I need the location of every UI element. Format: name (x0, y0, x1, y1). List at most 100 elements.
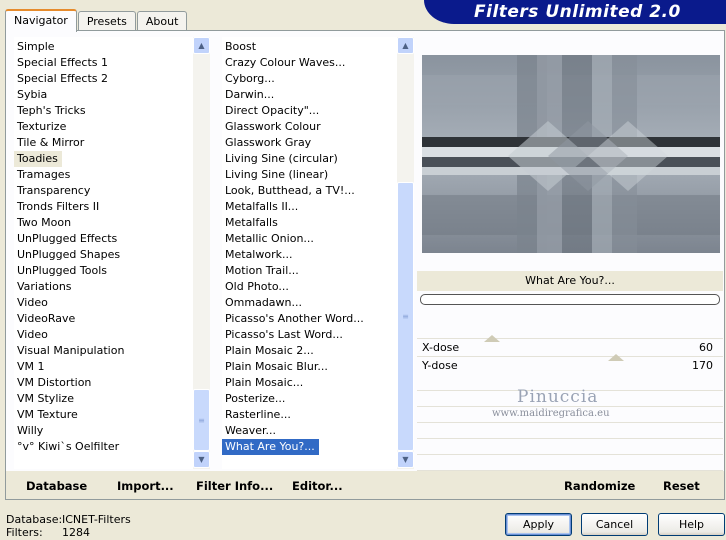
preview-graphic (422, 55, 720, 253)
param-x-dose[interactable]: X-dose 60 (417, 339, 723, 357)
app-title-banner: Filters Unlimited 2.0 (424, 0, 726, 24)
param-label: X-dose (422, 341, 460, 354)
scroll-up-icon[interactable]: ▲ (193, 37, 210, 54)
list-item[interactable]: UnPlugged Tools (14, 263, 107, 279)
list-item[interactable]: Tile & Mirror (14, 135, 84, 151)
list-item[interactable]: Plain Mosaic... (222, 375, 303, 391)
list-item[interactable]: Tramages (14, 167, 70, 183)
database-button[interactable]: Database (26, 479, 87, 493)
list-item[interactable]: Two Moon (14, 215, 71, 231)
list-item[interactable]: Variations (14, 279, 72, 295)
category-items: Simple Special Effects 1 Special Effects 2… (14, 39, 124, 455)
list-item[interactable]: Video (14, 327, 48, 343)
apply-button[interactable]: Apply (505, 513, 572, 536)
list-item[interactable]: Cyborg... (222, 71, 275, 87)
tab-bar: Navigator Presets About (5, 9, 188, 32)
list-item[interactable]: Metalwork... (222, 247, 292, 263)
filter-list[interactable]: Boost Crazy Colour Waves... Cyborg... Darwi… (222, 37, 414, 469)
status-filters-value: 1284 (62, 526, 90, 539)
list-item[interactable]: Toadies (14, 151, 62, 167)
list-item[interactable]: Living Sine (circular) (222, 151, 338, 167)
tab-about[interactable]: About (136, 11, 188, 31)
list-item[interactable]: What Are You?... (222, 439, 319, 455)
reset-button[interactable]: Reset (663, 479, 700, 493)
list-item[interactable]: Posterize... (222, 391, 285, 407)
scroll-thumb[interactable]: ≡ (397, 182, 414, 451)
list-item[interactable]: VideoRave (14, 311, 75, 327)
watermark-name: Pinuccia (517, 387, 599, 407)
list-item[interactable]: Texturize (14, 119, 66, 135)
list-item[interactable]: Special Effects 1 (14, 55, 108, 71)
list-item[interactable]: Willy (14, 423, 43, 439)
list-item[interactable]: Old Photo... (222, 279, 289, 295)
list-item[interactable]: Boost (222, 39, 256, 55)
list-item[interactable]: Glasswork Gray (222, 135, 311, 151)
list-item[interactable]: Transparency (14, 183, 90, 199)
editor-button[interactable]: Editor... (292, 479, 343, 493)
list-item[interactable]: Video (14, 295, 48, 311)
category-scrollbar[interactable]: ▲ ≡ ▼ (193, 37, 210, 469)
list-item[interactable]: Living Sine (linear) (222, 167, 328, 183)
list-item[interactable]: Special Effects 2 (14, 71, 108, 87)
list-item[interactable]: Metallic Onion... (222, 231, 314, 247)
list-item[interactable]: Crazy Colour Waves... (222, 55, 345, 71)
list-item[interactable]: Glasswork Colour (222, 119, 321, 135)
list-item[interactable]: Direct Opacity"... (222, 103, 319, 119)
list-item[interactable]: Look, Butthead, a TV!... (222, 183, 355, 199)
param-empty-row (417, 439, 723, 455)
y-dose-slider-knob[interactable] (608, 354, 625, 361)
scroll-up-icon[interactable]: ▲ (397, 37, 414, 54)
param-y-dose[interactable]: Y-dose 170 (417, 357, 723, 375)
list-item[interactable]: Teph's Tricks (14, 103, 86, 119)
list-item[interactable]: Picasso's Last Word... (222, 327, 343, 343)
help-button[interactable]: Help (658, 513, 725, 536)
category-list[interactable]: Simple Special Effects 1 Special Effects 2… (14, 37, 210, 469)
list-item[interactable]: Weaver... (222, 423, 276, 439)
list-item[interactable]: Darwin... (222, 87, 274, 103)
list-item[interactable]: VM Stylize (14, 391, 74, 407)
app-title: Filters Unlimited 2.0 (474, 2, 681, 22)
list-item[interactable]: Sybia (14, 87, 47, 103)
randomize-button[interactable]: Randomize (564, 479, 635, 493)
navigator-panel: Simple Special Effects 1 Special Effects 2… (5, 30, 725, 500)
import-button[interactable]: Import... (117, 479, 174, 493)
cancel-button[interactable]: Cancel (581, 513, 648, 536)
list-item[interactable]: UnPlugged Effects (14, 231, 117, 247)
bottom-toolbar: Database Import... Filter Info... Editor… (6, 471, 724, 499)
status-database-value: ICNET-Filters (62, 513, 131, 526)
list-item[interactable]: Plain Mosaic Blur... (222, 359, 328, 375)
list-item[interactable]: Visual Manipulation (14, 343, 124, 359)
param-value[interactable]: 170 (692, 359, 713, 372)
status-filters-label: Filters: (6, 526, 43, 539)
list-item[interactable]: Tronds Filters II (14, 199, 99, 215)
list-item[interactable]: VM Texture (14, 407, 78, 423)
filter-scrollbar[interactable]: ▲ ≡ ▼ (397, 37, 414, 469)
list-item[interactable]: VM 1 (14, 359, 45, 375)
status-database: Database: ICNET-Filters (6, 513, 131, 526)
list-item[interactable]: °v° Kiwi`s Oelfilter (14, 439, 119, 455)
list-item[interactable]: Metalfalls II... (222, 199, 298, 215)
list-item[interactable]: Motion Trail... (222, 263, 299, 279)
tab-presets[interactable]: Presets (77, 11, 136, 31)
list-item[interactable]: Plain Mosaic 2... (222, 343, 314, 359)
progress-bar (420, 294, 720, 305)
param-empty-row (417, 423, 723, 439)
list-item[interactable]: UnPlugged Shapes (14, 247, 120, 263)
list-item[interactable]: Metalfalls (222, 215, 278, 231)
list-item[interactable]: Simple (14, 39, 55, 55)
tab-navigator[interactable]: Navigator (5, 9, 77, 32)
slider-track-row (417, 323, 723, 339)
param-value[interactable]: 60 (699, 341, 713, 354)
list-item[interactable]: VM Distortion (14, 375, 91, 391)
watermark-url: www.maidiregrafica.eu (492, 408, 610, 419)
filter-info-button[interactable]: Filter Info... (196, 479, 273, 493)
list-item[interactable]: Ommadawn... (222, 295, 302, 311)
status-filters: Filters: 1284 (6, 526, 90, 539)
list-item[interactable]: Picasso's Another Word... (222, 311, 364, 327)
scroll-down-icon[interactable]: ▼ (397, 451, 414, 468)
scroll-down-icon[interactable]: ▼ (193, 451, 210, 468)
scroll-thumb[interactable]: ≡ (193, 389, 210, 451)
list-item[interactable]: Rasterline... (222, 407, 291, 423)
x-dose-slider-knob[interactable] (483, 335, 500, 342)
current-filter-name: What Are You?... (417, 271, 723, 291)
